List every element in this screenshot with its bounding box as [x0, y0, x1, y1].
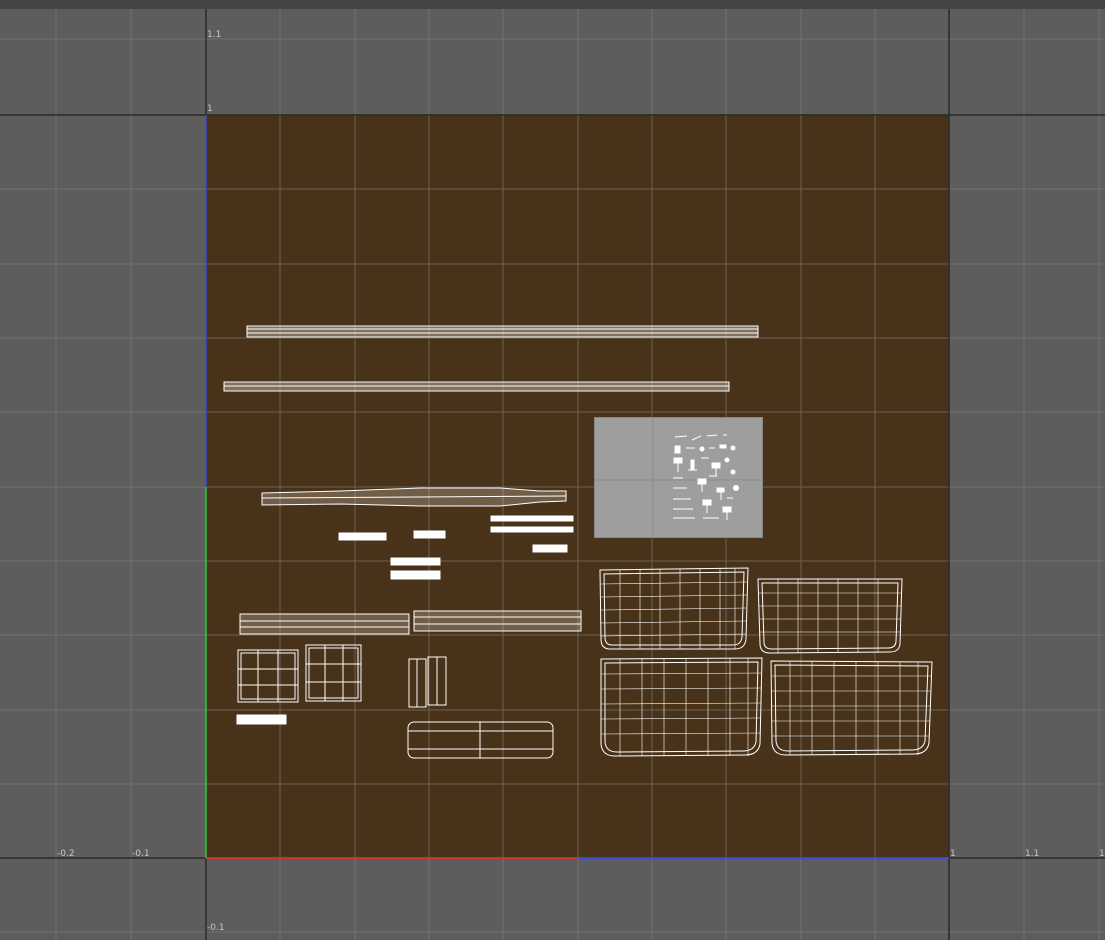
- tick-label-v-neg-0-1: -0.1: [207, 923, 225, 933]
- top-toolbar-strip: [0, 0, 1105, 9]
- uv-canvas[interactable]: [0, 9, 1105, 940]
- tick-label-u-1-2: 1: [1099, 849, 1105, 859]
- tick-label-u-neg-0-1: -0.1: [132, 849, 150, 859]
- tick-label-u-neg-0-2: -0.2: [57, 849, 75, 859]
- uv-shell-long-strip-2[interactable]: [223, 381, 730, 392]
- hardware-shells[interactable]: [595, 418, 762, 537]
- texture-swatch[interactable]: [594, 417, 763, 538]
- uv-shell-medium-strip-2[interactable]: [413, 610, 582, 632]
- uv-shell-medium-strip-1[interactable]: [239, 613, 410, 635]
- tick-label-u-1: 1: [950, 849, 956, 859]
- tick-label-u-1-1: 1.1: [1025, 849, 1040, 859]
- uv-shell-long-strip-1[interactable]: [246, 325, 759, 338]
- uv-viewport[interactable]: 1.1 1 -0.2 -0.1 1 1.1 1 -0.1: [0, 9, 1105, 940]
- tick-label-v-1: 1: [207, 104, 213, 114]
- tick-label-v-1-1: 1.1: [207, 30, 222, 40]
